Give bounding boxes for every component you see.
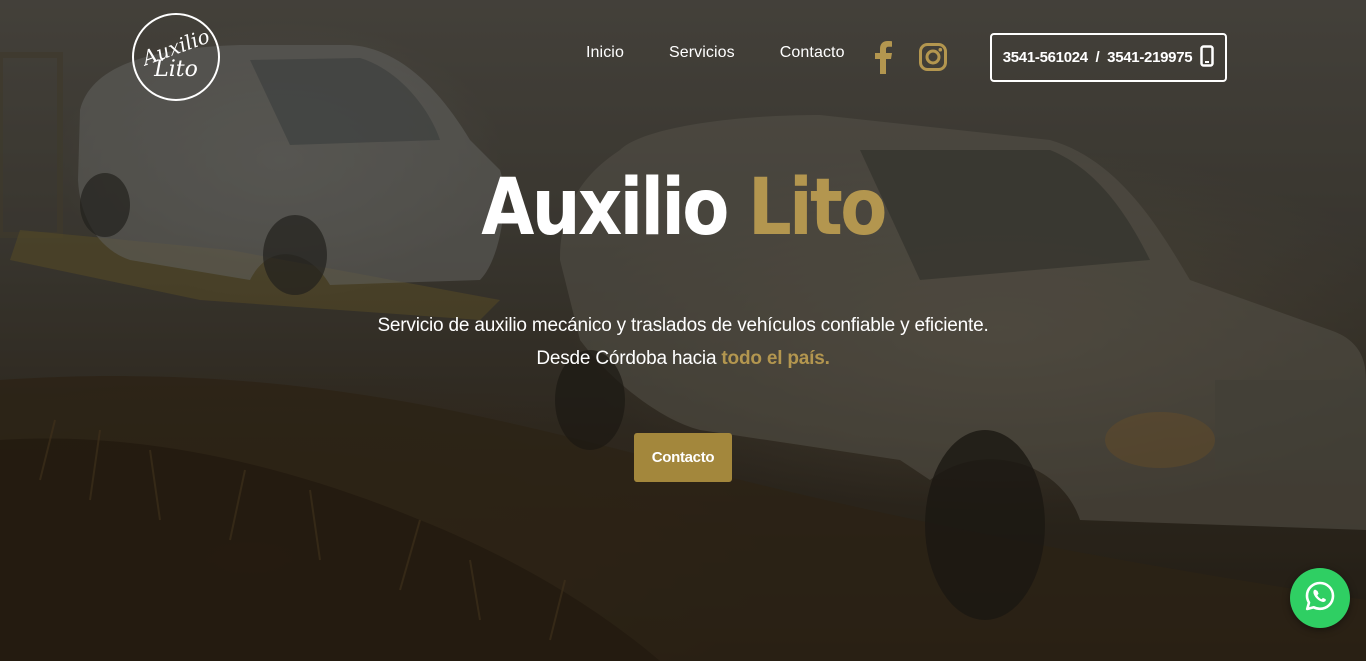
hero-subtitle: Servicio de auxilio mecánico y traslados… bbox=[0, 309, 1366, 375]
facebook-icon[interactable] bbox=[872, 40, 894, 74]
phone-numbers-button[interactable]: 3541-561024 / 3541-219975 bbox=[990, 33, 1227, 82]
whatsapp-button[interactable] bbox=[1290, 568, 1350, 628]
logo[interactable]: Auxilio Lito bbox=[132, 13, 220, 101]
hero-subtitle-line2-prefix: Desde Córdoba hacia bbox=[536, 348, 722, 369]
hero-subtitle-line2-accent: todo el país. bbox=[721, 348, 830, 369]
hero-subtitle-line2: Desde Córdoba hacia todo el país. bbox=[0, 342, 1366, 375]
hero-title-accent: Lito bbox=[748, 163, 887, 253]
nav-item-servicios[interactable]: Servicios bbox=[669, 44, 735, 62]
nav-item-contacto[interactable]: Contacto bbox=[780, 44, 845, 62]
hero-title-main: Auxilio bbox=[481, 163, 729, 253]
hero-subtitle-line1: Servicio de auxilio mecánico y traslados… bbox=[377, 315, 989, 336]
mobile-phone-icon bbox=[1200, 44, 1215, 71]
hero-title: Auxilio Lito bbox=[82, 163, 1284, 253]
phone-numbers: 3541-561024 / 3541-219975 bbox=[1002, 49, 1193, 66]
hero-section: Auxilio Lito Inicio Servicios Contacto 3… bbox=[0, 0, 1366, 661]
instagram-icon[interactable] bbox=[918, 42, 948, 72]
social-links bbox=[872, 40, 948, 74]
nav-item-inicio[interactable]: Inicio bbox=[586, 44, 624, 62]
main-nav: Inicio Servicios Contacto bbox=[586, 44, 845, 62]
whatsapp-icon bbox=[1303, 579, 1337, 617]
contact-button[interactable]: Contacto bbox=[634, 433, 732, 482]
